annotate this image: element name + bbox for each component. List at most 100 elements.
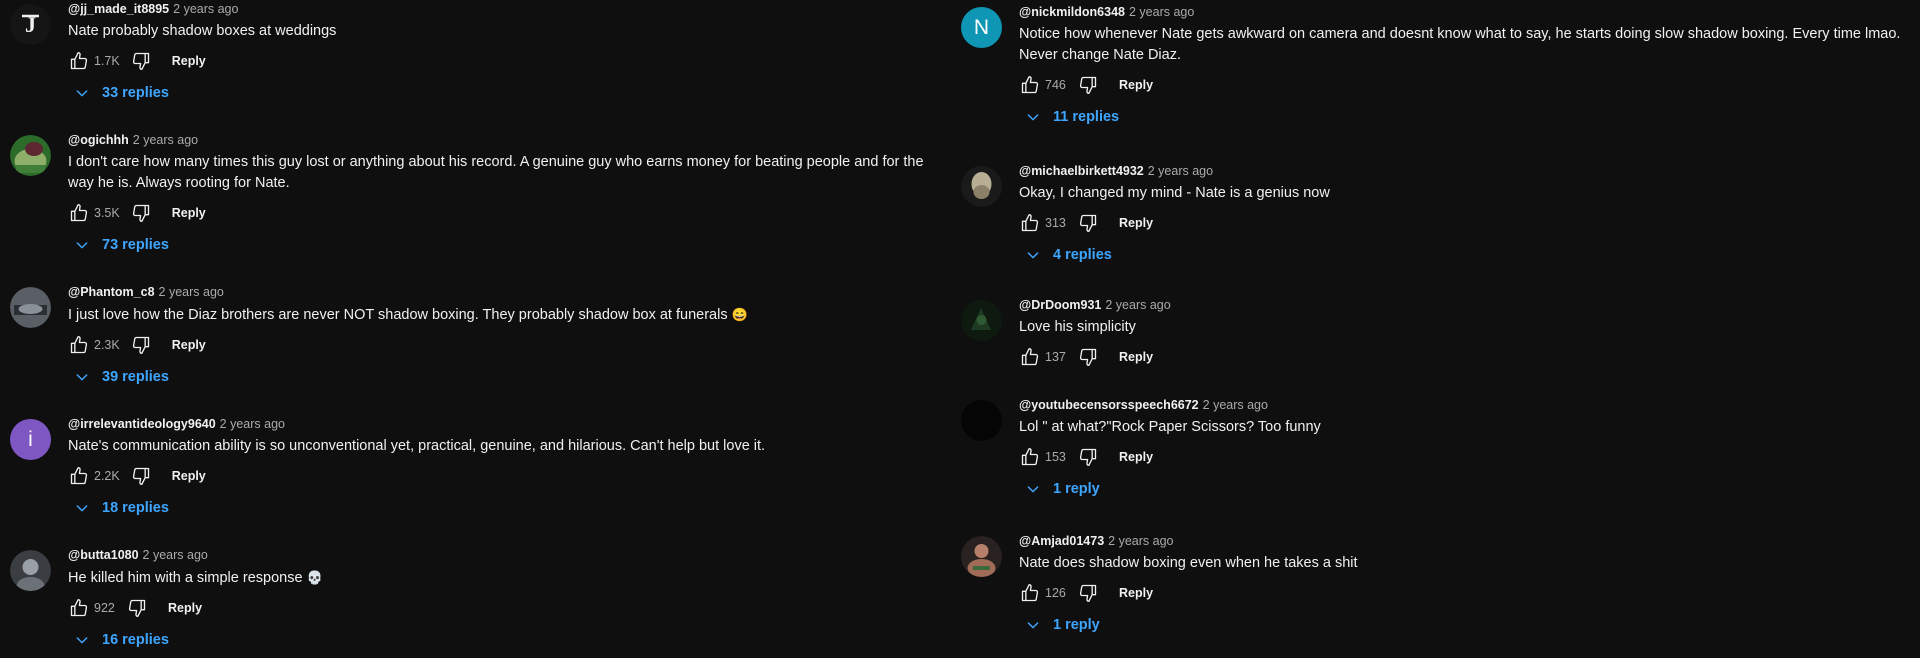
comment-text: Lol " at what?"Rock Paper Scissors? Too … — [1019, 419, 1321, 435]
comment-time[interactable]: 2 years ago — [1129, 5, 1194, 19]
comment-time[interactable]: 2 years ago — [1108, 534, 1173, 548]
comment-author[interactable]: @DrDoom931 — [1019, 298, 1101, 312]
comment-author[interactable]: @nickmildon6348 — [1019, 5, 1125, 19]
comment-author[interactable]: @jj_made_it8895 — [68, 2, 169, 16]
view-replies-button[interactable]: 33 replies — [74, 82, 950, 104]
view-replies-button[interactable]: 4 replies — [1025, 244, 1916, 266]
replies-count: 33 replies — [102, 85, 169, 101]
thumb-down-icon[interactable] — [130, 465, 152, 487]
view-replies-button[interactable]: 18 replies — [74, 497, 950, 519]
reply-button[interactable]: Reply — [1115, 213, 1157, 233]
chevron-down-icon — [74, 85, 90, 101]
reply-button[interactable]: Reply — [1115, 347, 1157, 367]
view-replies-button[interactable]: 1 reply — [1025, 614, 1916, 636]
avatar[interactable] — [961, 536, 1002, 577]
chevron-down-icon — [74, 369, 90, 385]
comment-actions: 3.5K Reply — [68, 201, 950, 225]
thumb-up-icon[interactable] — [68, 50, 90, 72]
replies-count: 16 replies — [102, 632, 169, 648]
reply-button[interactable]: Reply — [1115, 447, 1157, 467]
chevron-down-icon — [1025, 617, 1041, 633]
reply-button[interactable]: Reply — [164, 598, 206, 618]
like-count: 922 — [94, 601, 115, 615]
comment-header: @Amjad01473 2 years ago — [1019, 532, 1916, 550]
avatar[interactable] — [961, 166, 1002, 207]
comment-text: Notice how whenever Nate gets awkward on… — [1019, 26, 1901, 63]
comment-author[interactable]: @youtubecensorsspeech6672 — [1019, 398, 1199, 412]
thumb-down-icon[interactable] — [1077, 346, 1099, 368]
thumb-up-icon[interactable] — [1019, 446, 1041, 468]
avatar[interactable] — [10, 287, 51, 328]
replies-count: 11 replies — [1053, 109, 1120, 125]
avatar[interactable] — [10, 550, 51, 591]
like-count: 153 — [1045, 450, 1066, 464]
avatar[interactable] — [961, 300, 1002, 341]
reply-button[interactable]: Reply — [1115, 583, 1157, 603]
avatar[interactable]: N — [961, 7, 1002, 48]
thumb-up-icon[interactable] — [1019, 346, 1041, 368]
avatar[interactable] — [961, 400, 1002, 441]
thumb-up-icon[interactable] — [68, 465, 90, 487]
view-replies-button[interactable]: 16 replies — [74, 629, 950, 651]
comment-header: @jj_made_it8895 2 years ago — [68, 0, 950, 18]
comment-actions: 313 Reply — [1019, 211, 1916, 235]
like-count: 126 — [1045, 586, 1066, 600]
thumb-down-icon[interactable] — [1077, 582, 1099, 604]
thumb-up-icon[interactable] — [1019, 582, 1041, 604]
comment-text: Nate probably shadow boxes at weddings — [68, 23, 337, 39]
comment-time[interactable]: 2 years ago — [133, 133, 198, 147]
comment-author[interactable]: @ogichhh — [68, 133, 129, 147]
comment-author[interactable]: @Amjad01473 — [1019, 534, 1104, 548]
comment-author[interactable]: @michaelbirkett4932 — [1019, 164, 1144, 178]
thumb-down-icon[interactable] — [130, 334, 152, 356]
smile-emoji-icon: 😄 — [731, 307, 748, 322]
thumb-up-icon[interactable] — [68, 202, 90, 224]
reply-button[interactable]: Reply — [1115, 75, 1157, 95]
comment-time[interactable]: 2 years ago — [159, 285, 224, 299]
avatar-letter: i — [28, 428, 33, 451]
comment-actions: 137 Reply — [1019, 345, 1916, 369]
thumb-up-icon[interactable] — [1019, 212, 1041, 234]
reply-button[interactable]: Reply — [168, 466, 210, 486]
comment-text: Okay, I changed my mind - Nate is a geni… — [1019, 185, 1330, 201]
thumb-down-icon[interactable] — [1077, 446, 1099, 468]
avatar[interactable]: J — [10, 4, 51, 45]
comment-author[interactable]: @irrelevantideology9640 — [68, 417, 216, 431]
comment-actions: 126 Reply — [1019, 581, 1916, 605]
comment-author[interactable]: @butta1080 — [68, 548, 139, 562]
view-replies-button[interactable]: 1 reply — [1025, 478, 1916, 500]
comment-time[interactable]: 2 years ago — [173, 2, 238, 16]
comment-time[interactable]: 2 years ago — [220, 417, 285, 431]
avatar[interactable] — [10, 135, 51, 176]
reply-button[interactable]: Reply — [168, 51, 210, 71]
reply-button[interactable]: Reply — [168, 335, 210, 355]
thumb-down-icon[interactable] — [1077, 74, 1099, 96]
view-replies-button[interactable]: 73 replies — [74, 234, 950, 256]
comment-author[interactable]: @Phantom_c8 — [68, 285, 155, 299]
comment-time[interactable]: 2 years ago — [1203, 398, 1268, 412]
avatar[interactable]: i — [10, 419, 51, 460]
thumb-down-icon[interactable] — [1077, 212, 1099, 234]
comment-text-body: I just love how the Diaz brothers are ne… — [68, 307, 728, 323]
thumb-down-icon[interactable] — [130, 202, 152, 224]
thumb-up-icon[interactable] — [68, 597, 90, 619]
comment-time[interactable]: 2 years ago — [143, 548, 208, 562]
comment-text: Love his simplicity — [1019, 319, 1136, 335]
chevron-down-icon — [1025, 481, 1041, 497]
comment-actions: 922 Reply — [68, 596, 950, 620]
thumb-up-icon[interactable] — [68, 334, 90, 356]
comment-text: Nate's communication ability is so uncon… — [68, 438, 766, 454]
comment-header: @DrDoom931 2 years ago — [1019, 296, 1916, 314]
like-count: 1.7K — [94, 54, 120, 68]
view-replies-button[interactable]: 11 replies — [1025, 106, 1916, 128]
thumb-up-icon[interactable] — [1019, 74, 1041, 96]
thumb-down-icon[interactable] — [126, 597, 148, 619]
thumb-down-icon[interactable] — [130, 50, 152, 72]
comment-header: @irrelevantideology9640 2 years ago — [68, 415, 950, 433]
reply-button[interactable]: Reply — [168, 203, 210, 223]
comment-time[interactable]: 2 years ago — [1105, 298, 1170, 312]
comment-text-body: He killed him with a simple response — [68, 570, 303, 586]
comment-time[interactable]: 2 years ago — [1148, 164, 1213, 178]
comment-actions: 2.3K Reply — [68, 333, 950, 357]
view-replies-button[interactable]: 39 replies — [74, 366, 950, 388]
